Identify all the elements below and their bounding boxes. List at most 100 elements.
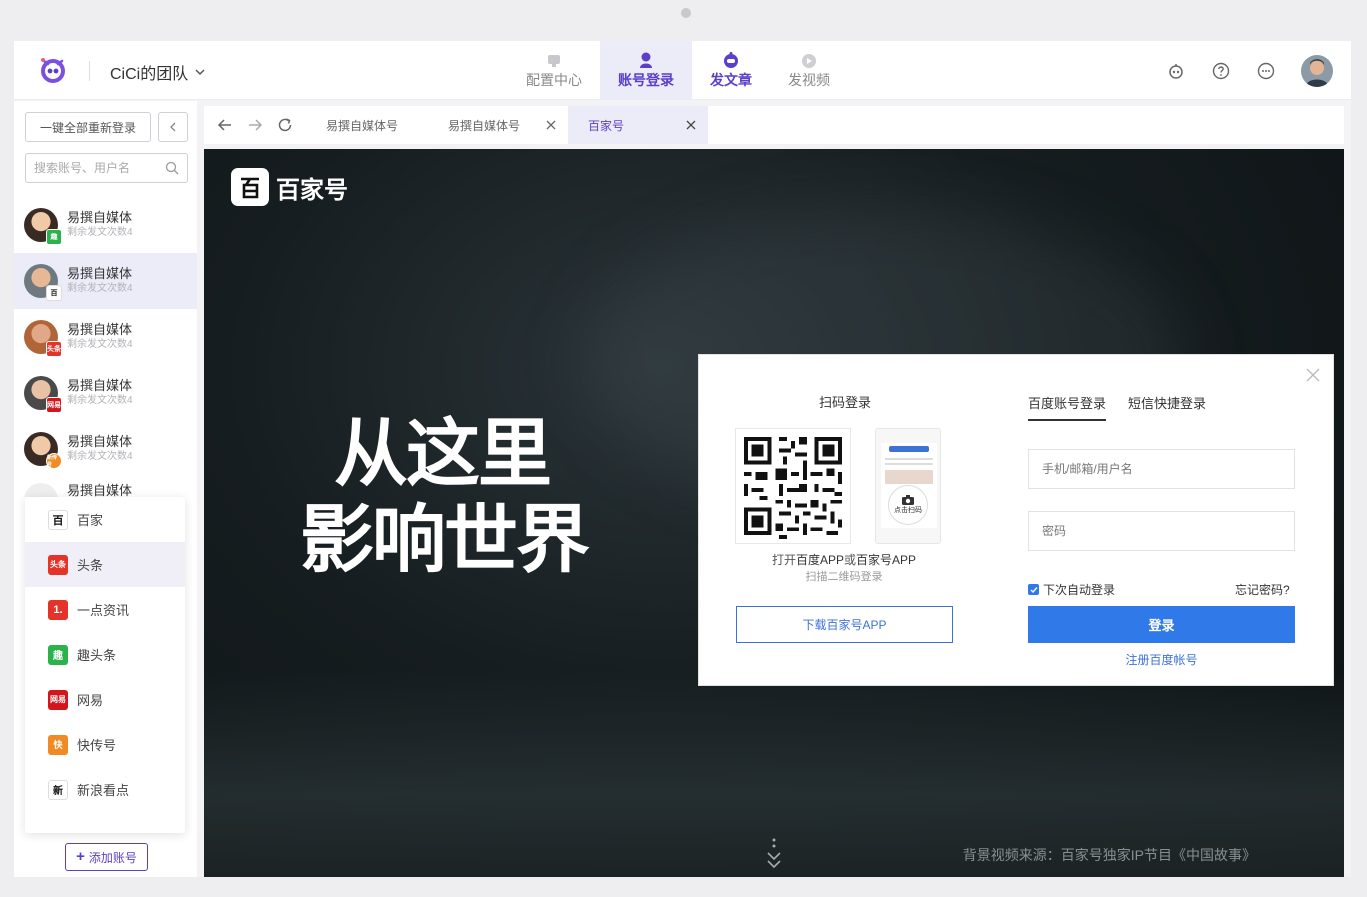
qutoutiao-logo-icon: 趣 — [48, 644, 68, 665]
forgot-password-link[interactable]: 忘记密码? — [1235, 581, 1290, 598]
avatar: 趣 — [24, 208, 62, 245]
forward-icon[interactable] — [246, 116, 264, 134]
account-item[interactable]: 趣 易撰自媒体 剩余发文次数4 — [14, 197, 197, 253]
embedded-browser: 易撰自媒体号 易撰自媒体号 百家号 百家号 从这里 影响世界 扫码登录 点击扫码… — [204, 101, 1344, 877]
nav-config-center[interactable]: 配置中心 — [508, 41, 600, 100]
platform-option-yidian[interactable]: 1. 一点资讯 — [25, 587, 185, 632]
platform-badge: 新传号 — [46, 453, 62, 469]
help-icon[interactable] — [1211, 61, 1231, 81]
close-icon[interactable] — [686, 120, 696, 130]
platform-label: 快传号 — [77, 738, 117, 753]
divider — [89, 61, 90, 81]
account-quota: 剩余发文次数4 — [67, 227, 133, 238]
platform-badge: 百 — [46, 285, 62, 301]
nav-account-login[interactable]: 账号登录 — [600, 41, 692, 100]
scan-button: 点击扫码 — [888, 485, 928, 525]
account-list: 趣 易撰自媒体 剩余发文次数4 百 易撰自媒体 剩余发文次数4 头条 易撰自媒体… — [14, 197, 197, 497]
platform-option-toutiao[interactable]: 头条 头条 — [25, 542, 185, 587]
nav-label: 配置中心 — [526, 72, 582, 88]
browser-tab[interactable]: 易撰自媒体号 — [428, 106, 568, 144]
platform-option-baijia[interactable]: 百 百家 — [25, 497, 185, 542]
wangyi-logo-icon: 网易 — [48, 689, 68, 710]
tab-sms-login[interactable]: 短信快捷登录 — [1128, 393, 1206, 421]
refresh-icon[interactable] — [276, 116, 294, 134]
add-account-button[interactable]: + 添加账号 — [65, 843, 148, 871]
download-app-button[interactable]: 下载百家号APP — [736, 606, 953, 643]
browser-tab-bar: 易撰自媒体号 易撰自媒体号 百家号 — [204, 106, 1344, 144]
checkbox-checked-icon — [1028, 584, 1039, 595]
platform-badge: 头条 — [46, 341, 62, 357]
password-input[interactable] — [1042, 524, 1282, 538]
account-search — [25, 153, 188, 183]
login-panel: 扫码登录 点击扫码 打开百度APP或百家号APP 扫描二维码登录 下载百家号AP… — [698, 354, 1334, 686]
baijiahao-logo[interactable]: 百家号 — [231, 168, 348, 206]
message-icon[interactable] — [1256, 61, 1276, 81]
camera-icon — [902, 495, 914, 505]
username-field — [1028, 449, 1295, 489]
scroll-down-icon[interactable] — [764, 837, 784, 873]
platform-option-wangyi[interactable]: 网易 网易 — [25, 677, 185, 722]
qr-login-title: 扫码登录 — [819, 395, 872, 410]
auto-login-checkbox[interactable]: 下次自动登录 — [1028, 581, 1115, 598]
register-link[interactable]: 注册百度帐号 — [1028, 651, 1295, 668]
platform-label: 网易 — [77, 693, 104, 708]
account-name: 易撰自媒体 — [67, 378, 133, 393]
user-avatar[interactable] — [1301, 54, 1333, 87]
login-button[interactable]: 登录 — [1028, 606, 1295, 643]
brand-name: 百家号 — [276, 175, 348, 204]
user-icon — [640, 52, 652, 68]
auto-login-label: 下次自动登录 — [1043, 583, 1116, 597]
add-account-label: 添加账号 — [88, 850, 137, 865]
account-name: 易撰自媒体 — [67, 266, 133, 281]
close-icon[interactable] — [1306, 368, 1320, 382]
tab-baidu-account[interactable]: 百度账号登录 — [1028, 393, 1107, 421]
app-window: CiCi的团队 配置中心 账号登录 发文章 发视频 一键全部重新登录 搜索账号、… — [14, 41, 1351, 877]
team-switcher[interactable]: CiCi的团队 — [110, 60, 206, 84]
platform-label: 百家 — [77, 513, 104, 528]
nav-post-article[interactable]: 发文章 — [692, 41, 770, 100]
password-field — [1028, 511, 1295, 551]
account-item[interactable]: 网易 易撰自媒体 剩余发文次数4 — [14, 365, 197, 421]
kuaichuan-logo-icon: 快 — [48, 734, 68, 755]
avatar: 百 — [24, 264, 62, 301]
back-icon[interactable] — [216, 116, 234, 134]
account-search-input[interactable] — [34, 161, 154, 175]
browser-tab-active[interactable]: 百家号 — [568, 106, 708, 144]
browser-tab[interactable]: 易撰自媒体号 — [306, 106, 428, 144]
app-logo-icon[interactable] — [36, 53, 70, 87]
account-item[interactable]: 新传号 易撰自媒体 剩余发文次数4 — [14, 421, 197, 477]
close-icon[interactable] — [546, 120, 556, 130]
nav-label: 账号登录 — [618, 72, 674, 88]
platform-label: 趣头条 — [77, 648, 117, 663]
relogin-all-button[interactable]: 一键全部重新登录 — [25, 112, 151, 142]
baijiahao-logo-icon — [231, 168, 269, 206]
platform-badge: 网易 — [46, 397, 62, 413]
yidian-logo-icon: 1. — [48, 599, 68, 620]
account-item-partial[interactable]: 易撰自媒体 — [14, 477, 197, 497]
platform-option-qutoutiao[interactable]: 趣 趣头条 — [25, 632, 185, 677]
account-name: 易撰自媒体 — [67, 210, 133, 225]
platform-label: 一点资讯 — [77, 603, 130, 618]
nav-post-video[interactable]: 发视频 — [770, 41, 848, 100]
baijia-logo-icon: 百 — [48, 509, 68, 530]
account-item[interactable]: 头条 易撰自媒体 剩余发文次数4 — [14, 309, 197, 365]
account-item[interactable]: 百 易撰自媒体 剩余发文次数4 — [14, 253, 197, 309]
tab-label: 易撰自媒体号 — [448, 118, 521, 133]
collapse-sidebar-button[interactable] — [158, 112, 188, 142]
platform-option-kuaichuan[interactable]: 快 快传号 — [25, 722, 185, 767]
window-indicator — [681, 8, 691, 18]
avatar: 头条 — [24, 320, 62, 357]
robot-assistant-icon[interactable] — [1166, 61, 1186, 81]
scan-label: 点击扫码 — [894, 507, 922, 514]
chevron-left-icon — [170, 122, 176, 132]
phone-scan-preview: 点击扫码 — [875, 428, 941, 544]
platform-option-sina[interactable]: 新 新浪看点 — [25, 767, 185, 812]
qr-code-image — [736, 429, 850, 543]
qr-caption-sub: 扫描二维码登录 — [805, 571, 883, 583]
username-input[interactable] — [1042, 462, 1282, 476]
plus-icon: + — [76, 848, 85, 865]
slogan-line-1: 从这里 — [334, 411, 552, 497]
platform-badge: 趣 — [46, 229, 62, 245]
account-sidebar: 一键全部重新登录 趣 易撰自媒体 剩余发文次数4 百 — [14, 101, 197, 877]
search-icon[interactable] — [165, 161, 179, 175]
